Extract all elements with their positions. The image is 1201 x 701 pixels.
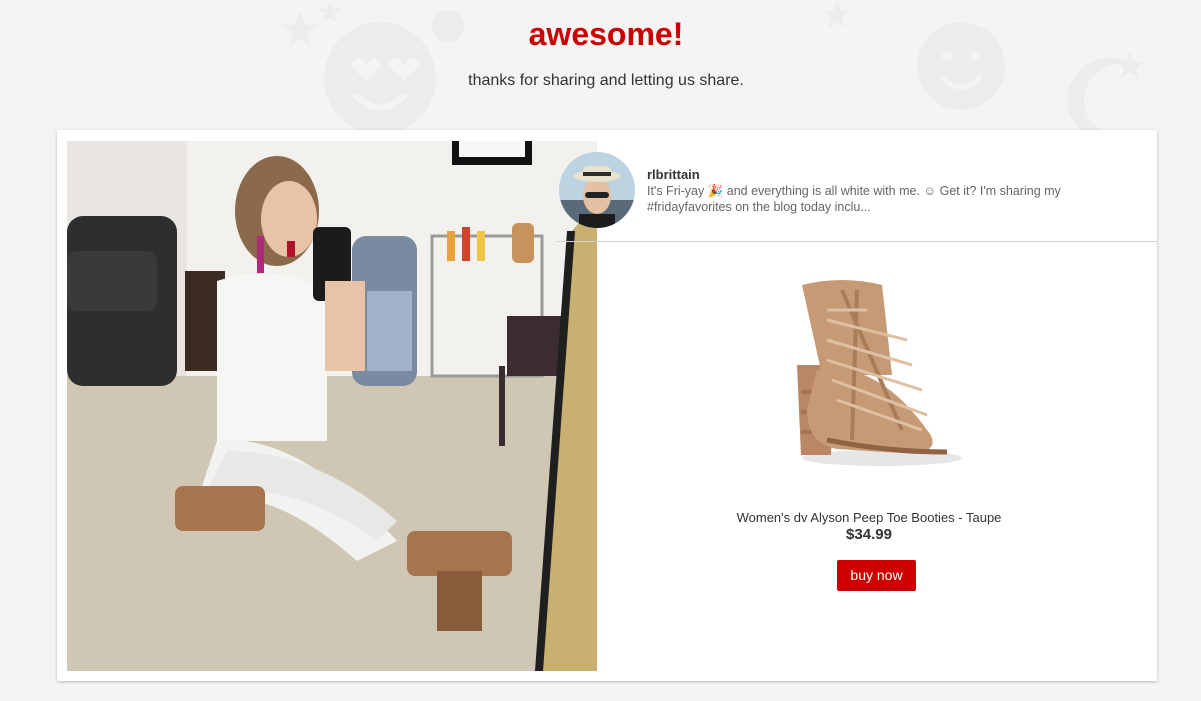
avatar-illustration <box>559 152 635 228</box>
product-name[interactable]: Women's dv Alyson Peep Toe Booties - Tau… <box>617 510 1121 525</box>
post-header: rlbrittain It's Fri-yay 🎉 and everything… <box>557 130 1157 242</box>
share-card: rlbrittain It's Fri-yay 🎉 and everything… <box>57 130 1157 681</box>
page-title: awesome! <box>528 16 684 52</box>
page-subtitle: thanks for sharing and letting us share. <box>468 72 744 89</box>
post-caption: It's Fri-yay 🎉 and everything is all whi… <box>647 184 1061 214</box>
mirror-selfie-photo[interactable] <box>67 141 597 671</box>
page: awesome! thanks for sharing and letting … <box>0 0 1201 701</box>
taupe-bootie-icon <box>797 280 962 466</box>
product-price: $34.99 <box>846 526 892 543</box>
decorative-moon-icon <box>1067 52 1144 130</box>
user-avatar[interactable] <box>559 152 635 228</box>
product-image[interactable] <box>787 270 967 470</box>
photo-illustration <box>67 141 597 671</box>
post-username[interactable]: rlbrittain <box>647 167 700 182</box>
buy-now-button[interactable]: buy now <box>837 560 916 591</box>
